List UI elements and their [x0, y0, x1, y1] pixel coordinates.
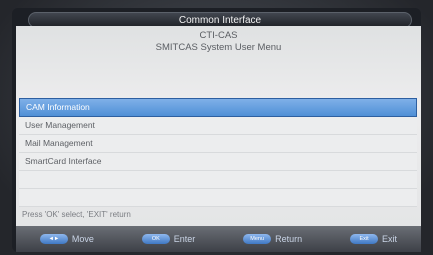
menu-panel: CTI-CAS SMITCAS System User Menu CAM Inf… — [16, 26, 421, 226]
ok-key-icon: OK — [141, 234, 170, 244]
menu-item-mail-management[interactable]: Mail Management — [19, 135, 417, 153]
menu-item-empty — [19, 171, 417, 189]
cas-name: CTI-CAS — [199, 30, 238, 41]
menu-item-smartcard-interface[interactable]: SmartCard Interface — [19, 153, 417, 171]
menu-item-cam-information[interactable]: CAM Information — [19, 98, 417, 117]
footer-return[interactable]: Menu Return — [243, 234, 302, 244]
footer-enter[interactable]: OK Enter — [141, 234, 196, 244]
exit-key-icon: Exit — [350, 234, 379, 244]
arrows-key-icon: ◄► — [39, 234, 68, 244]
menu-list: CAM Information User Management Mail Man… — [19, 98, 417, 207]
window-title: Common Interface — [178, 14, 262, 26]
footer-bar: ◄► Move OK Enter Menu Return Exit Exit — [16, 226, 421, 252]
menu-key-icon: Menu — [243, 234, 272, 244]
footer-move[interactable]: ◄► Move — [39, 234, 94, 244]
menu-title: SMITCAS System User Menu — [155, 42, 282, 53]
exit-label: Exit — [382, 234, 398, 244]
footer-exit[interactable]: Exit Exit — [350, 234, 397, 244]
return-label: Return — [275, 234, 303, 244]
menu-item-empty — [19, 189, 417, 207]
help-hint: Press 'OK' select, 'EXIT' return — [22, 210, 131, 219]
enter-label: Enter — [173, 234, 196, 244]
move-label: Move — [71, 234, 94, 244]
menu-item-user-management[interactable]: User Management — [19, 117, 417, 135]
